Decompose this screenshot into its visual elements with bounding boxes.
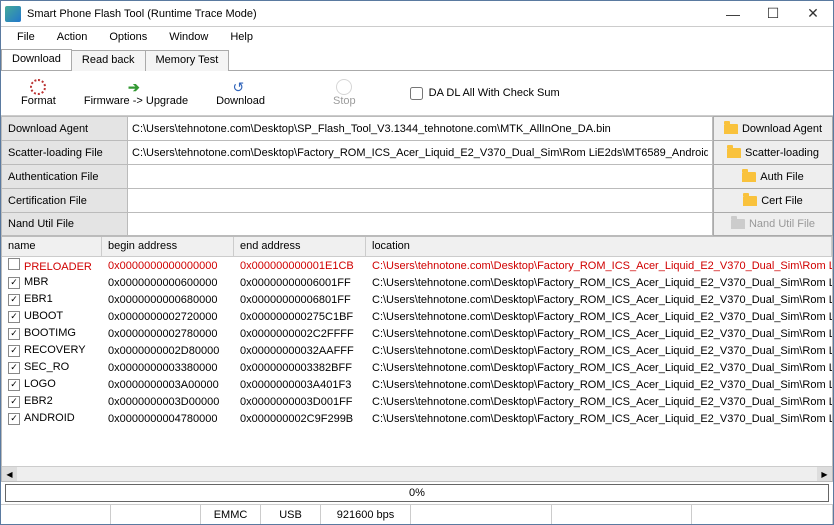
progress-bar: 0% — [5, 484, 829, 502]
nand-input[interactable] — [128, 212, 713, 236]
col-end[interactable]: end address — [234, 237, 366, 256]
download-agent-input[interactable] — [128, 116, 713, 140]
table-row[interactable]: PRELOADER0x00000000000000000x00000000000… — [2, 257, 832, 274]
browse-scatter-button[interactable]: Scatter-loading — [713, 140, 833, 164]
window-title: Smart Phone Flash Tool (Runtime Trace Mo… — [27, 8, 713, 20]
table-row[interactable]: ✓EBR10x00000000006800000x00000000006801F… — [2, 291, 832, 308]
firmware-upgrade-button[interactable]: ➔Firmware -> Upgrade — [70, 77, 202, 109]
browse-download-agent-button[interactable]: Download Agent — [713, 116, 833, 140]
horizontal-scrollbar[interactable]: ◀ ▶ — [2, 466, 832, 481]
label-scatter: Scatter-loading File — [1, 140, 128, 164]
table-row[interactable]: ✓LOGO0x0000000003A000000x0000000003A401F… — [2, 376, 832, 393]
table-row[interactable]: ✓MBR0x00000000006000000x00000000006001FF… — [2, 274, 832, 291]
tab-readback[interactable]: Read back — [71, 50, 146, 71]
table-row[interactable]: ✓UBOOT0x00000000027200000x000000000275C1… — [2, 308, 832, 325]
file-paths-panel: Download Agent Scatter-loading File Auth… — [1, 115, 833, 236]
menu-options[interactable]: Options — [99, 29, 157, 45]
label-auth: Authentication File — [1, 164, 128, 188]
table-row[interactable]: ✓RECOVERY0x0000000002D800000x00000000032… — [2, 342, 832, 359]
close-button[interactable]: ✕ — [793, 1, 833, 27]
checksum-option[interactable]: DA DL All With Check Sum — [410, 87, 560, 100]
download-icon: ↺ — [233, 79, 249, 95]
menu-help[interactable]: Help — [220, 29, 263, 45]
col-location[interactable]: location — [366, 237, 832, 256]
tab-download[interactable]: Download — [1, 49, 72, 70]
status-emmc: EMMC — [201, 505, 261, 524]
gear-icon — [30, 79, 46, 95]
menu-window[interactable]: Window — [159, 29, 218, 45]
row-checkbox[interactable]: ✓ — [8, 362, 20, 374]
scatter-input[interactable] — [128, 140, 713, 164]
tab-memtest[interactable]: Memory Test — [145, 50, 230, 71]
browse-auth-button[interactable]: Auth File — [713, 164, 833, 188]
status-usb: USB — [261, 505, 321, 524]
toolbar: Format ➔Firmware -> Upgrade ↺Download St… — [1, 71, 833, 115]
table-row[interactable]: ✓ANDROID0x00000000047800000x000000002C9F… — [2, 410, 832, 427]
row-checkbox[interactable]: ✓ — [8, 311, 20, 323]
stop-button: Stop — [319, 77, 370, 109]
folder-icon — [742, 172, 756, 182]
format-button[interactable]: Format — [7, 77, 70, 109]
cert-input[interactable] — [128, 188, 713, 212]
label-download-agent: Download Agent — [1, 116, 128, 140]
row-checkbox[interactable]: ✓ — [8, 328, 20, 340]
row-checkbox[interactable]: ✓ — [8, 379, 20, 391]
checksum-checkbox[interactable] — [410, 87, 423, 100]
minimize-button[interactable]: — — [713, 1, 753, 27]
menubar: File Action Options Window Help — [1, 27, 833, 47]
download-button[interactable]: ↺Download — [202, 77, 279, 109]
row-checkbox[interactable]: ✓ — [8, 413, 20, 425]
folder-icon — [743, 196, 757, 206]
folder-icon — [727, 148, 741, 158]
col-name[interactable]: name — [2, 237, 102, 256]
table-row[interactable]: ✓SEC_RO0x00000000033800000x0000000003382… — [2, 359, 832, 376]
partition-table: name begin address end address location … — [1, 236, 833, 482]
app-icon — [5, 6, 21, 22]
status-bps: 921600 bps — [321, 505, 411, 524]
label-nand: Nand Util File — [1, 212, 128, 236]
row-checkbox[interactable]: ✓ — [8, 345, 20, 357]
browse-cert-button[interactable]: Cert File — [713, 188, 833, 212]
arrow-right-icon: ➔ — [128, 79, 144, 95]
folder-icon — [731, 219, 745, 229]
progress-text: 0% — [409, 487, 425, 499]
folder-icon — [724, 124, 738, 134]
auth-input[interactable] — [128, 164, 713, 188]
menu-action[interactable]: Action — [47, 29, 98, 45]
titlebar: Smart Phone Flash Tool (Runtime Trace Mo… — [1, 1, 833, 27]
menu-file[interactable]: File — [7, 29, 45, 45]
row-checkbox[interactable]: ✓ — [8, 294, 20, 306]
row-checkbox[interactable]: ✓ — [8, 396, 20, 408]
maximize-button[interactable]: ☐ — [753, 1, 793, 27]
col-begin[interactable]: begin address — [102, 237, 234, 256]
status-bar: EMMC USB 921600 bps — [1, 504, 833, 524]
row-checkbox[interactable] — [8, 258, 20, 270]
row-checkbox[interactable]: ✓ — [8, 277, 20, 289]
label-cert: Certification File — [1, 188, 128, 212]
table-row[interactable]: ✓BOOTIMG0x00000000027800000x0000000002C2… — [2, 325, 832, 342]
scroll-left-icon[interactable]: ◀ — [2, 467, 17, 482]
stop-icon — [336, 79, 352, 95]
tab-strip: Download Read back Memory Test — [1, 49, 833, 71]
scroll-right-icon[interactable]: ▶ — [817, 467, 832, 482]
browse-nand-button: Nand Util File — [713, 212, 833, 236]
table-row[interactable]: ✓EBR20x0000000003D000000x0000000003D001F… — [2, 393, 832, 410]
